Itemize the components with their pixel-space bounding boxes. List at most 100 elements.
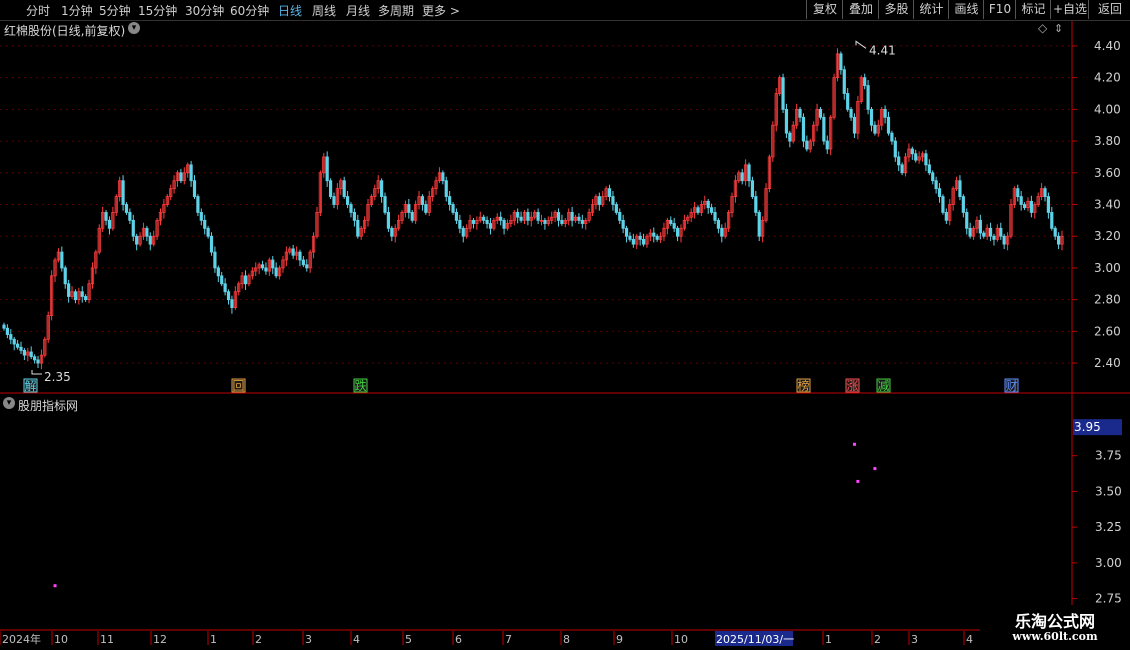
candle-body xyxy=(33,356,37,361)
sub-axis-label: 3.25 xyxy=(1095,520,1122,534)
date-label: 2024年 xyxy=(2,632,41,646)
period-tab[interactable]: 多周期 xyxy=(378,2,414,19)
candle-body xyxy=(927,164,931,174)
candle-body xyxy=(873,124,877,134)
period-tab[interactable]: 周线 xyxy=(312,2,336,19)
candle-body xyxy=(223,283,227,293)
candle-body xyxy=(842,69,846,94)
candle-body xyxy=(216,267,220,277)
toolbar-button[interactable]: F10 xyxy=(983,0,1016,19)
candle-body xyxy=(931,172,935,182)
candle-body xyxy=(1053,227,1057,237)
toolbar-button[interactable]: 叠加 xyxy=(842,0,879,19)
candle-body xyxy=(624,227,629,237)
toolbar-button[interactable]: 多股 xyxy=(878,0,914,19)
event-marker[interactable]: 财 xyxy=(1006,379,1018,393)
event-marker[interactable]: 跌 xyxy=(355,378,367,393)
event-marker[interactable]: 涨 xyxy=(847,378,859,393)
candle-body xyxy=(992,235,996,240)
period-tab[interactable]: 日线 xyxy=(278,2,302,19)
candle-body xyxy=(669,219,673,224)
candle-body xyxy=(655,235,659,240)
event-marker[interactable]: 解 xyxy=(25,379,37,393)
candle-body xyxy=(1046,196,1050,213)
candle-body xyxy=(852,116,857,134)
candle-body xyxy=(80,291,84,297)
candle-body xyxy=(988,227,993,237)
toolbar-button[interactable]: +自选 xyxy=(1050,0,1089,19)
period-tab[interactable]: 月线 xyxy=(346,2,370,19)
candle-body xyxy=(390,227,394,237)
sort-arrows-icon[interactable]: ⇕ xyxy=(1054,22,1063,35)
current-value-label: 3.95 xyxy=(1074,420,1101,434)
candle-body xyxy=(454,212,459,221)
event-marker[interactable]: 回 xyxy=(233,379,245,393)
more-periods-button[interactable]: 更多 > xyxy=(422,2,460,19)
indicator-point xyxy=(53,584,57,588)
candle-body xyxy=(801,116,806,142)
candle-body xyxy=(502,219,506,229)
candle-body xyxy=(883,108,887,118)
date-label: 4 xyxy=(966,633,973,646)
candle-body xyxy=(226,291,231,301)
period-tab[interactable]: 15分钟 xyxy=(138,2,177,19)
date-label: 4 xyxy=(353,633,360,646)
candle-body xyxy=(383,196,387,213)
toolbar-button[interactable]: 返回 xyxy=(1088,0,1130,19)
toolbar-button[interactable]: 统计 xyxy=(913,0,949,19)
sub-dropdown-icon[interactable]: ▾ xyxy=(3,397,15,409)
candle-body xyxy=(325,156,329,182)
chart-canvas[interactable]: 4.40 4.20 4.00 3.80 3.60 3.40 3.20 3.00 2.80 2.60… xyxy=(0,0,1130,650)
date-highlight-label: 2025/11/03/一 xyxy=(716,633,794,646)
candle-body xyxy=(2,324,6,329)
candle-body xyxy=(36,359,40,364)
event-marker[interactable]: 减 xyxy=(878,379,890,393)
axis-label: 4.40 xyxy=(1094,39,1121,53)
toolbar-button[interactable]: 标记 xyxy=(1015,0,1051,19)
candle-body xyxy=(499,216,503,221)
candle-body xyxy=(128,212,132,221)
candle-body xyxy=(121,180,125,205)
candle-body xyxy=(822,116,826,142)
candle-body xyxy=(675,227,680,237)
candle-body xyxy=(519,216,523,221)
candle-body xyxy=(342,180,346,197)
candle-body xyxy=(1050,212,1054,229)
period-tab[interactable]: 30分钟 xyxy=(185,2,224,19)
candle-body xyxy=(213,251,217,269)
diamond-icon[interactable]: ◇ xyxy=(1038,21,1047,35)
axis-label: 4.00 xyxy=(1094,102,1121,116)
period-tab[interactable]: 5分钟 xyxy=(99,2,131,19)
period-tab[interactable]: 分时 xyxy=(26,2,50,19)
period-tab[interactable]: 1分钟 xyxy=(61,2,93,19)
toolbar-button[interactable]: 画线 xyxy=(948,0,984,19)
candle-body xyxy=(301,259,305,266)
candle-body xyxy=(516,212,520,218)
candle-body xyxy=(107,219,112,229)
candle-body xyxy=(349,204,353,213)
event-marker[interactable]: 榜 xyxy=(798,378,810,393)
indicator-point xyxy=(856,479,860,483)
candle-body xyxy=(458,219,462,229)
candle-body xyxy=(1056,235,1061,245)
candle-body xyxy=(328,180,333,197)
candle-body xyxy=(220,275,224,285)
axis-label: 3.00 xyxy=(1094,261,1121,275)
toolbar-button[interactable]: 复权 xyxy=(806,0,843,19)
candle-body xyxy=(5,327,10,335)
candle-body xyxy=(621,219,625,229)
candle-body xyxy=(29,351,33,358)
candle-body xyxy=(696,207,700,213)
candle-body xyxy=(720,227,724,237)
candle-body xyxy=(934,180,938,190)
date-label: 10 xyxy=(674,633,688,646)
candle-body xyxy=(124,204,129,213)
candle-body xyxy=(965,212,969,229)
candle-body xyxy=(352,212,356,221)
date-label: 2 xyxy=(255,633,262,646)
candle-body xyxy=(618,212,622,221)
title-dropdown-icon[interactable]: ▾ xyxy=(128,22,140,34)
date-label: 1 xyxy=(210,633,217,646)
period-tab[interactable]: 60分钟 xyxy=(230,2,269,19)
candle-body xyxy=(526,212,530,221)
